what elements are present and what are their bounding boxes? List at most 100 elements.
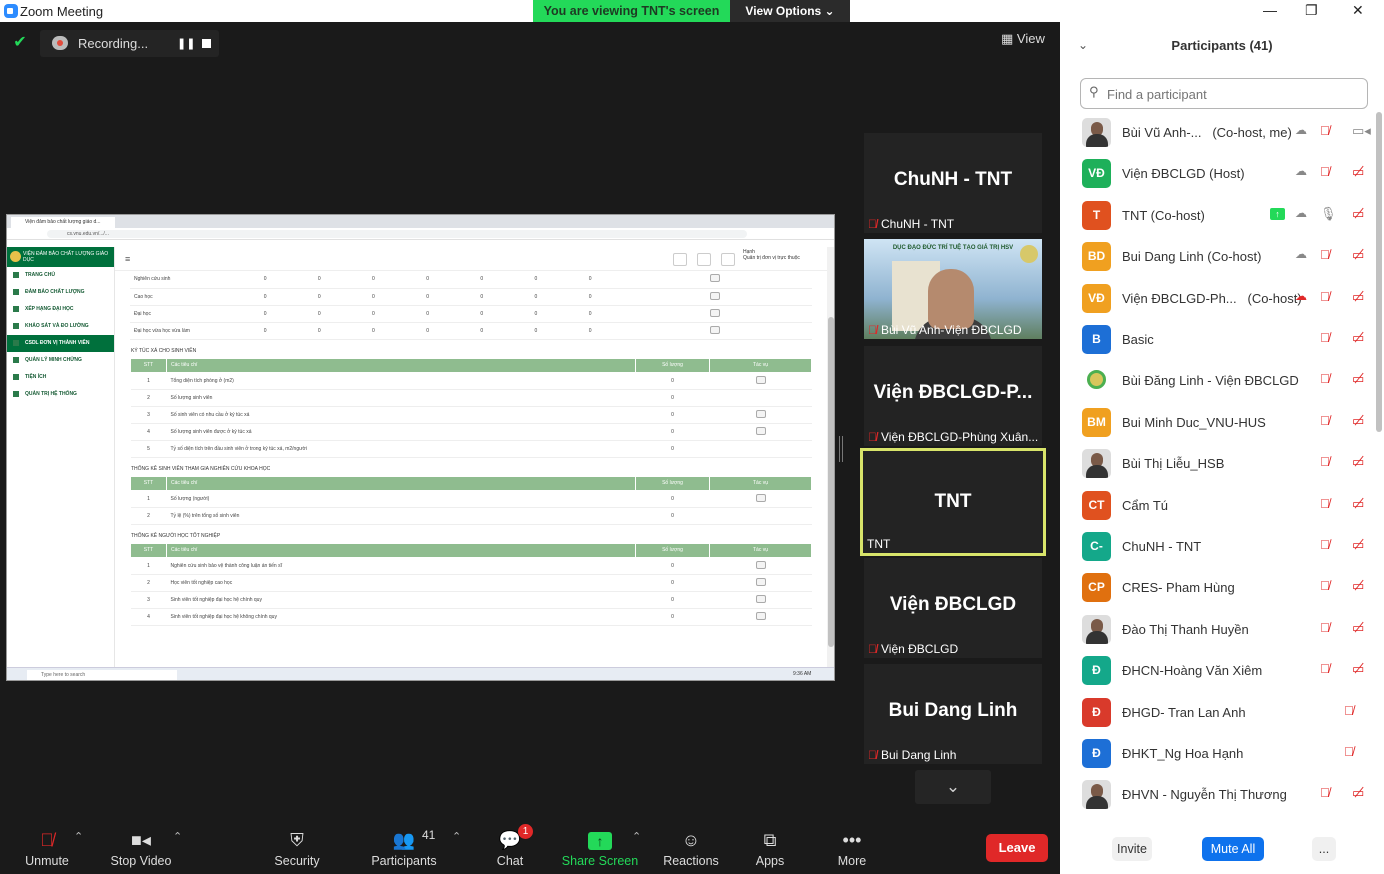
video-camera-icon[interactable]: ▭◂ [1352,123,1371,139]
video-tile[interactable]: ChuNH - TNT 🎙̸ ChuNH - TNT [864,133,1042,233]
video-tile[interactable]: Bui Dang Linh 🎙̸ Bui Dang Linh [864,664,1042,764]
minimize-button[interactable]: — [1263,2,1277,18]
menu-item[interactable]: ĐẢM BẢO CHẤT LƯỢNG [7,284,114,301]
edit-icon[interactable] [755,611,766,620]
muted-mic-icon[interactable]: 🎙̸ [1320,578,1330,593]
muted-mic-icon[interactable]: 🎙̸ [1320,247,1330,262]
more-button[interactable]: ••• More [834,828,870,868]
edit-icon[interactable] [755,577,766,586]
page-scrollbar[interactable] [827,247,834,667]
participant-row[interactable]: VĐ Viện ĐBCLGD-Ph... (Co-host) ▭̸ 🎙̸ ☁ [1060,278,1376,319]
hamburger-icon[interactable]: ≡ [125,254,130,264]
close-window-button[interactable]: ✕ [1352,2,1364,19]
chat-icon[interactable] [721,253,735,266]
edit-icon[interactable] [755,594,766,603]
video-off-icon[interactable]: ▭̸ [1352,164,1364,180]
muted-mic-icon[interactable]: 🎙̸ [1320,496,1330,511]
video-off-icon[interactable]: ▭̸ [1352,413,1364,429]
panel-resize-handle[interactable] [839,436,843,462]
chat-button[interactable]: 💬 1 Chat [490,824,533,868]
apps-button[interactable]: ⧉ Apps [752,828,788,868]
edit-icon[interactable] [709,325,720,334]
muted-mic-icon[interactable]: 🎙̸ [1344,744,1354,759]
security-button[interactable]: ⛨ Security [272,828,322,868]
muted-mic-icon[interactable]: 🎙̸ [1320,330,1330,345]
video-off-icon[interactable]: ▭̸ [1352,247,1364,263]
muted-mic-icon[interactable]: 🎙̸ [1344,703,1354,718]
taskbar-search[interactable]: Type here to search [27,670,177,680]
participant-row[interactable]: Đ ĐHGD- Tran Lan Anh 🎙̸ [1060,692,1376,733]
mic-icon[interactable]: 🎙 [1320,206,1337,222]
participant-search-input[interactable] [1107,85,1357,103]
leave-button[interactable]: Leave [986,834,1048,862]
video-off-icon[interactable]: ▭̸ [1352,661,1364,677]
muted-mic-icon[interactable]: 🎙̸ [1320,661,1330,676]
participant-row[interactable]: CP CRES- Pham Hùng ▭̸ 🎙̸ [1060,567,1376,608]
active-speaker-tile[interactable]: TNT TNT [860,448,1046,556]
participant-row[interactable]: B Basic ▭̸ 🎙̸ [1060,319,1376,360]
audio-options-caret[interactable]: ⌃ [74,830,83,843]
pause-recording-button[interactable]: ❚❚ [177,37,195,50]
participant-row[interactable]: VĐ Viện ĐBCLGD (Host) ▭̸ 🎙̸ ☁ [1060,153,1376,194]
invite-button[interactable]: Invite [1112,837,1152,861]
participant-row[interactable]: Bùi Đăng Linh - Viện ĐBCLGD ▭̸ 🎙̸ [1060,360,1376,401]
view-layout-button[interactable]: ▦ View [1001,31,1045,47]
menu-item[interactable]: TIỆN ÍCH [7,369,114,386]
edit-icon[interactable] [755,409,766,418]
video-off-icon[interactable]: ▭̸ [1352,206,1364,222]
edit-icon[interactable] [755,426,766,435]
participant-row[interactable]: BM Bui Minh Duc_VNU-HUS ▭̸ 🎙̸ [1060,402,1376,443]
maximize-button[interactable]: ❐ [1305,2,1318,19]
security-shield-icon[interactable]: ✔ [10,33,30,53]
gallery-next-button[interactable]: ⌄ [915,770,991,804]
participant-row[interactable]: CT Cẩm Tú ▭̸ 🎙̸ [1060,485,1376,526]
participant-row[interactable]: BD Bui Dang Linh (Co-host) ▭̸ 🎙̸ ☁ [1060,236,1376,277]
video-off-icon[interactable]: ▭̸ [1352,371,1364,387]
video-off-icon[interactable]: ▭̸ [1352,496,1364,512]
url-field[interactable]: cs.vnu.edu.vn/.../... [47,230,747,238]
participant-search[interactable]: ⚲ [1080,78,1368,109]
muted-mic-icon[interactable]: 🎙̸ [1320,785,1330,800]
menu-item[interactable]: QUẢN LÝ MINH CHỨNG [7,352,114,369]
muted-mic-icon[interactable]: 🎙̸ [1320,454,1330,469]
participant-row[interactable]: Đ ĐHKT_Ng Hoa Hạnh 🎙̸ [1060,733,1376,774]
video-tile[interactable]: Viện ĐBCLGD-P... 🎙̸ Viện ĐBCLGD-Phùng Xuâ… [864,346,1042,446]
menu-item[interactable]: KHẢO SÁT VÀ ĐO LƯỜNG [7,318,114,335]
menu-item[interactable]: TRANG CHỦ [7,267,114,284]
video-off-icon[interactable]: ▭̸ [1352,289,1364,305]
muted-mic-icon[interactable]: 🎙̸ [1320,620,1330,635]
muted-mic-icon[interactable]: 🎙̸ [1320,164,1330,179]
participants-options-caret[interactable]: ⌃ [452,830,461,843]
video-off-icon[interactable]: ▭̸ [1352,537,1364,553]
video-options-caret[interactable]: ⌃ [173,830,182,843]
menu-item-active[interactable]: CSDL ĐƠN VỊ THÀNH VIÊN [7,335,114,352]
video-off-icon[interactable]: ▭̸ [1352,620,1364,636]
participant-row[interactable]: Đ ĐHCN-Hoàng Văn Xiêm ▭̸ 🎙̸ [1060,650,1376,691]
muted-mic-icon[interactable]: 🎙̸ [1320,123,1330,138]
muted-mic-icon[interactable]: 🎙̸ [1320,371,1330,386]
edit-icon[interactable] [709,308,720,317]
muted-mic-icon[interactable]: 🎙̸ [1320,537,1330,552]
participant-row[interactable]: C- ChuNH - TNT ▭̸ 🎙̸ [1060,526,1376,567]
mute-all-button[interactable]: Mute All [1202,837,1264,861]
participant-row[interactable]: Bùi Thị Liễu_HSB ▭̸ 🎙̸ [1060,443,1376,484]
more-options-button[interactable]: ... [1312,837,1336,861]
video-off-icon[interactable]: ▭̸ [1352,578,1364,594]
stop-video-button[interactable]: ■◂ Stop Video [108,828,174,868]
participant-row[interactable]: T TNT (Co-host) ▭̸ 🎙 ☁ ↑ [1060,195,1376,236]
video-tile[interactable]: DỤC ĐẠO ĐỨC TRÍ TUỆ TẠO GIÁ TRỊ HSV 🎙̸ Bù… [864,239,1042,339]
view-options-button[interactable]: View Options ⌄ [730,0,850,22]
video-off-icon[interactable]: ▭̸ [1352,454,1364,470]
bell-icon[interactable] [697,253,711,266]
video-off-icon[interactable]: ▭̸ [1352,330,1364,346]
participant-row[interactable]: ĐHVN - Nguyễn Thị Thương ▭̸ 🎙̸ [1060,774,1376,815]
participant-row[interactable]: Đào Thị Thanh Huyền ▭̸ 🎙̸ [1060,609,1376,650]
edit-icon[interactable] [709,274,720,283]
video-tile[interactable]: Viện ĐBCLGD 🎙̸ Viện ĐBCLGD [864,558,1042,658]
participants-button[interactable]: 👥 41 Participants [368,828,440,868]
edit-icon[interactable] [755,560,766,569]
participant-row[interactable]: Bùi Vũ Anh-... (Co-host, me) ▭◂ 🎙̸ ☁ [1060,112,1376,153]
reactions-button[interactable]: ☺ Reactions [662,828,720,868]
site-user[interactable]: Hạnh Quản trị đơn vị trực thuộc [743,249,800,261]
menu-item[interactable]: XẾP HẠNG ĐẠI HỌC [7,301,114,318]
